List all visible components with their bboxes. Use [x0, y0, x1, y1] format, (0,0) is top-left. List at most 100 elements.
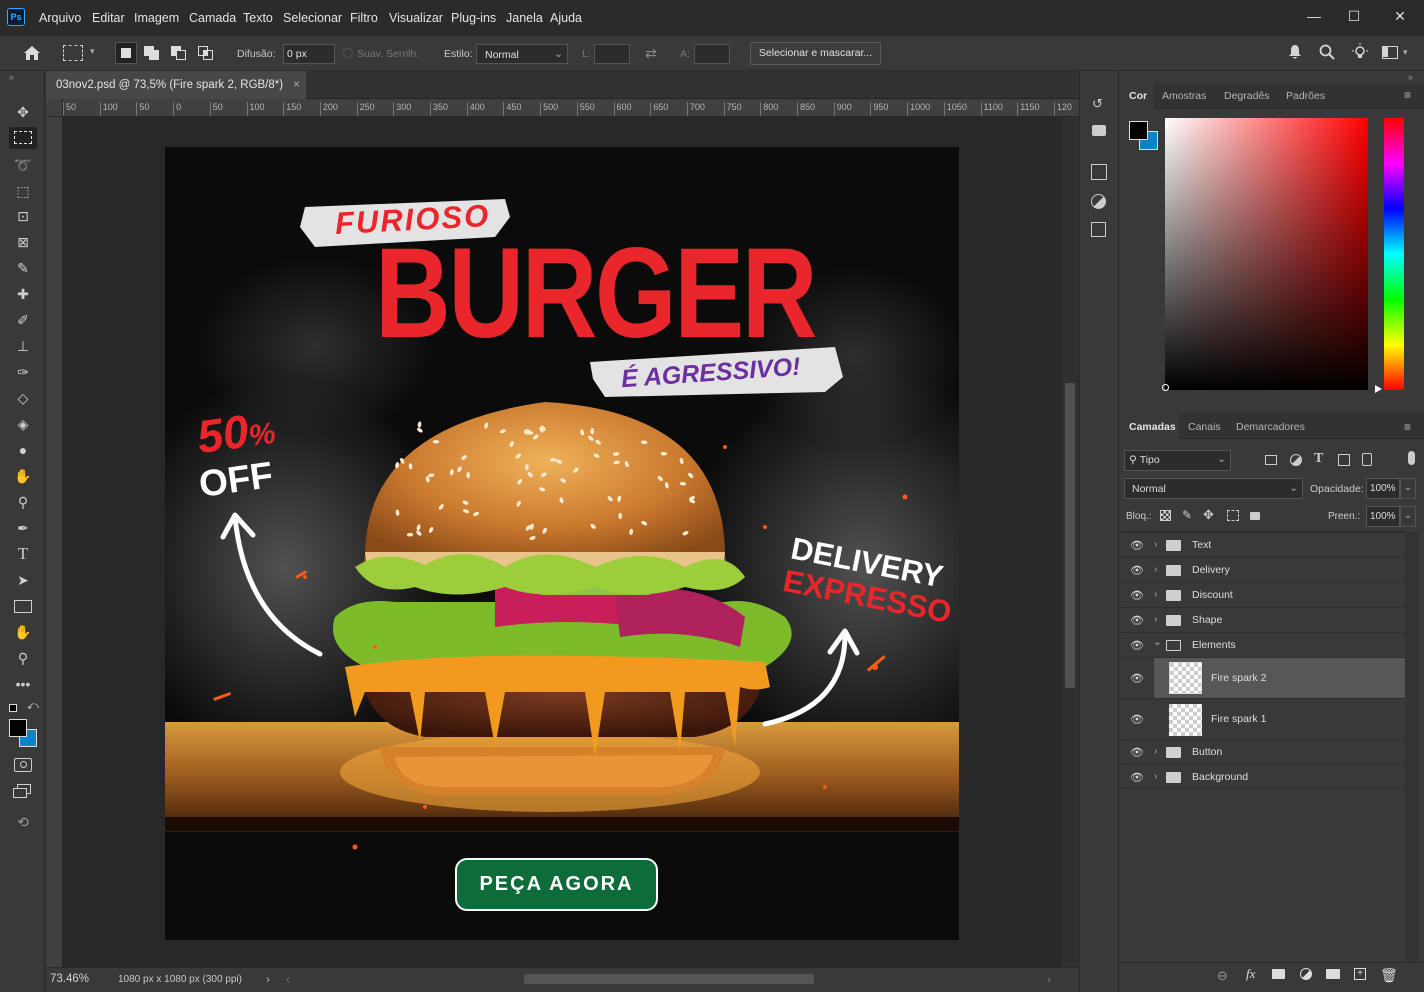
- menu-filtro[interactable]: Filtro: [350, 11, 378, 25]
- document-tab[interactable]: 03nov2.psd @ 73,5% (Fire spark 2, RGB/8*…: [46, 71, 306, 99]
- zoom-level[interactable]: 73.46%: [50, 973, 89, 985]
- layers-scrollbar[interactable]: [1405, 532, 1419, 962]
- healing-brush-tool-icon[interactable]: ✚: [13, 284, 33, 304]
- blur-tool-icon[interactable]: ●: [13, 440, 33, 460]
- layer-row-text[interactable]: 👁 › Text: [1121, 532, 1405, 557]
- chevron-right-icon[interactable]: ›: [1154, 588, 1158, 600]
- workspace-icon[interactable]: [1382, 46, 1398, 59]
- menu-visualizar[interactable]: Visualizar: [389, 11, 443, 25]
- menu-janela[interactable]: Janela: [506, 11, 543, 25]
- delete-layer-icon[interactable]: 🗑: [1380, 967, 1398, 984]
- color-foreground-swatch[interactable]: [1129, 121, 1148, 140]
- swap-colors-icon[interactable]: ⤺: [27, 700, 39, 713]
- chevron-right-icon[interactable]: ›: [1154, 563, 1158, 575]
- scroll-right-icon[interactable]: ›: [1047, 972, 1051, 986]
- lock-pixels-icon[interactable]: ✎: [1182, 508, 1192, 522]
- history-brush-tool-icon[interactable]: ✑: [13, 362, 33, 382]
- panel-menu-icon[interactable]: ≡: [1404, 88, 1411, 102]
- menu-texto[interactable]: Texto: [243, 11, 273, 25]
- burger-title[interactable]: BURGER: [375, 219, 818, 369]
- menu-imagem[interactable]: Imagem: [134, 11, 179, 25]
- home-icon[interactable]: [20, 43, 44, 63]
- filter-pixel-icon[interactable]: [1265, 455, 1277, 465]
- lock-artboard-icon[interactable]: [1227, 510, 1239, 521]
- eyedropper-tool-icon[interactable]: ✎: [13, 258, 33, 278]
- antialias-checkbox[interactable]: [343, 48, 353, 58]
- scroll-left-icon[interactable]: ‹: [286, 972, 290, 986]
- default-colors-icon[interactable]: [9, 704, 17, 712]
- bell-icon[interactable]: [1287, 44, 1303, 60]
- eye-icon[interactable]: 👁: [1130, 539, 1144, 552]
- layer-row-fire-spark-1[interactable]: 👁 Fire spark 1: [1121, 698, 1405, 739]
- vertical-scrollbar[interactable]: [1062, 117, 1079, 967]
- color-picker-cursor[interactable]: [1162, 384, 1169, 391]
- lock-transparency-icon[interactable]: [1160, 510, 1171, 521]
- chevron-right-icon[interactable]: ›: [1154, 538, 1158, 550]
- filter-smart-object-icon[interactable]: [1362, 453, 1372, 466]
- libraries-icon[interactable]: [1091, 164, 1107, 180]
- order-now-button[interactable]: PEÇA AGORA: [455, 858, 658, 911]
- menu-arquivo[interactable]: Arquivo: [39, 11, 81, 25]
- layer-row-shape[interactable]: 👁 › Shape: [1121, 607, 1405, 632]
- eye-icon[interactable]: 👁: [1130, 564, 1144, 577]
- comments-icon[interactable]: [1092, 125, 1106, 136]
- new-layer-icon[interactable]: +: [1354, 968, 1366, 980]
- feather-input[interactable]: 0 px: [283, 44, 335, 64]
- menu-camada[interactable]: Camada: [189, 11, 236, 25]
- brush-tool-icon[interactable]: ✐: [13, 310, 33, 330]
- style-select[interactable]: Normal ⌄: [476, 44, 568, 64]
- tab-degrades[interactable]: Degradês: [1224, 90, 1270, 102]
- hue-slider[interactable]: [1384, 118, 1404, 390]
- lock-all-icon[interactable]: [1250, 512, 1260, 520]
- menu-ajuda[interactable]: Ajuda: [550, 11, 582, 25]
- minimize-button[interactable]: —: [1302, 6, 1326, 26]
- path-selection-tool-icon[interactable]: ➤: [13, 570, 33, 590]
- fx-icon[interactable]: fx: [1246, 966, 1255, 982]
- tab-amostras[interactable]: Amostras: [1162, 90, 1206, 102]
- more-tools-icon[interactable]: •••: [13, 674, 33, 694]
- object-selection-tool-icon[interactable]: ⬚: [13, 181, 33, 201]
- tab-padroes[interactable]: Padrões: [1286, 90, 1325, 102]
- new-selection-icon[interactable]: [115, 42, 137, 64]
- tab-demarcadores[interactable]: Demarcadores: [1236, 421, 1305, 433]
- eye-icon[interactable]: 👁: [1130, 614, 1144, 627]
- lightbulb-icon[interactable]: [1351, 43, 1369, 61]
- properties-icon[interactable]: [1091, 222, 1106, 237]
- rectangle-tool-icon[interactable]: [14, 600, 32, 613]
- width-input[interactable]: [594, 44, 630, 64]
- layer-filter-select[interactable]: ⚲ Tipo ⌄: [1124, 450, 1231, 471]
- eye-icon[interactable]: 👁: [1130, 589, 1144, 602]
- opacity-input[interactable]: 100%: [1366, 478, 1400, 499]
- link-layers-icon[interactable]: ⊖: [1217, 968, 1228, 984]
- filter-shape-icon[interactable]: [1338, 454, 1350, 466]
- height-input[interactable]: [694, 44, 730, 64]
- lock-position-icon[interactable]: ✥: [1203, 507, 1214, 523]
- chevron-down-icon[interactable]: ⌄: [1153, 636, 1162, 648]
- chevron-down-icon[interactable]: ▾: [1403, 47, 1408, 58]
- layer-row-background[interactable]: 👁 › Background: [1121, 764, 1405, 789]
- photoshop-logo[interactable]: Ps: [7, 8, 25, 26]
- chevron-right-icon[interactable]: ›: [1154, 770, 1158, 782]
- eraser-tool-icon[interactable]: ◇: [13, 388, 33, 408]
- chevron-down-icon[interactable]: ▾: [90, 46, 95, 57]
- filter-type-icon[interactable]: T: [1314, 451, 1323, 467]
- marquee-preset-icon[interactable]: [63, 45, 83, 61]
- tab-canais[interactable]: Canais: [1188, 421, 1221, 433]
- chevron-right-icon[interactable]: ›: [1154, 613, 1158, 625]
- intersect-selection-icon[interactable]: [197, 45, 215, 61]
- history-icon[interactable]: ↺: [1092, 96, 1103, 112]
- layer-row-button[interactable]: 👁 › Button: [1121, 739, 1405, 764]
- hue-slider-handle[interactable]: [1375, 385, 1382, 393]
- type-tool-icon[interactable]: T: [13, 544, 33, 564]
- search-icon[interactable]: [1319, 44, 1335, 60]
- foreground-color-swatch[interactable]: [9, 719, 27, 737]
- move-tool-icon[interactable]: ✥: [13, 102, 33, 122]
- eye-icon[interactable]: 👁: [1130, 746, 1144, 759]
- crop-tool-icon[interactable]: ⊡: [13, 206, 33, 226]
- burn-tool-icon[interactable]: ⚲: [13, 492, 33, 512]
- fill-input[interactable]: 100%: [1366, 506, 1400, 527]
- new-adjustment-icon[interactable]: [1300, 968, 1312, 980]
- layer-row-discount[interactable]: 👁 › Discount: [1121, 582, 1405, 607]
- rectangular-marquee-tool-icon[interactable]: [9, 127, 37, 149]
- screen-mode-icon[interactable]: [13, 784, 33, 800]
